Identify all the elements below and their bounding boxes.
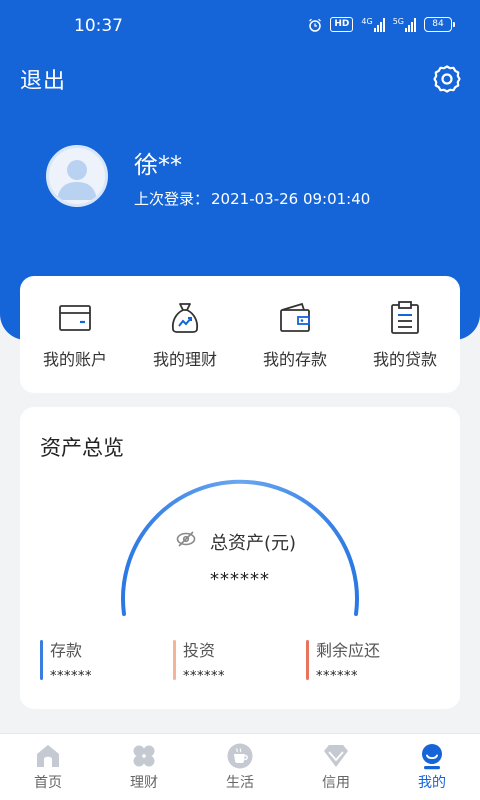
quick-action-my-wealth[interactable]: 我的理财 [130, 300, 240, 370]
stat-color-bar [173, 640, 176, 680]
avatar-person-icon [57, 160, 97, 200]
tab-mine[interactable]: 我的 [384, 742, 480, 792]
stat-label: 剩余应还 [316, 641, 381, 660]
quick-action-my-loans[interactable]: 我的贷款 [350, 300, 460, 370]
logout-button[interactable]: 退出 [20, 63, 66, 95]
stat-color-bar [40, 640, 43, 680]
quick-action-label: 我的存款 [262, 350, 327, 369]
wallet-icon [280, 302, 310, 332]
stat-label: 投资 [183, 641, 216, 660]
tab-label: 我的 [418, 775, 446, 791]
clipboard-icon [391, 301, 419, 334]
alarm-icon [309, 18, 322, 32]
eye-off-icon[interactable] [175, 528, 197, 550]
total-assets-label: 总资产(元) [210, 533, 297, 554]
money-bag-icon [171, 303, 199, 333]
stat-value: ****** [316, 669, 358, 684]
battery-icon: 84 [424, 17, 455, 32]
coffee-cup-icon [227, 743, 253, 769]
avatar[interactable] [46, 145, 108, 207]
gear-icon[interactable] [432, 64, 462, 94]
tab-wealth[interactable]: 理财 [96, 742, 192, 792]
stat-value: ****** [50, 669, 92, 684]
signal-5g-icon: 5G [392, 16, 416, 32]
stat-remaining-due[interactable]: 剩余应还 ****** [306, 637, 381, 684]
quick-action-my-account[interactable]: 我的账户 [20, 300, 130, 370]
quick-action-my-deposits[interactable]: 我的存款 [240, 300, 350, 370]
stat-label: 存款 [50, 641, 83, 660]
quick-actions-card: 我的账户 我的理财 我的存款 我的贷款 [20, 276, 460, 393]
hd-badge: HD [330, 17, 354, 32]
signal-5g-label: 5G [392, 16, 404, 26]
signal-4g-icon: 4G [361, 16, 385, 32]
total-assets-value: ****** [210, 569, 270, 590]
diamond-icon [324, 745, 348, 767]
username: 徐** [134, 151, 182, 179]
tab-label: 首页 [34, 775, 62, 791]
user-icon [422, 744, 442, 770]
stat-color-bar [306, 640, 309, 680]
home-icon [37, 745, 59, 767]
last-login: 上次登录： 2021-03-26 09:01:40 [134, 188, 372, 209]
stat-investments[interactable]: 投资 ****** [173, 637, 225, 684]
tab-credit[interactable]: 信用 [288, 742, 384, 792]
stat-deposits[interactable]: 存款 ****** [40, 637, 92, 684]
quick-action-label: 我的理财 [152, 350, 217, 369]
tab-life[interactable]: 生活 [192, 742, 288, 792]
tab-label: 生活 [226, 775, 254, 791]
card-icon [59, 305, 91, 331]
tab-label: 信用 [322, 775, 350, 791]
assets-overview-card: 资产总览 总资产(元) ****** 存款 ****** 投资 ****** 剩… [20, 407, 460, 709]
clover-icon [133, 745, 155, 767]
last-login-time: 2021-03-26 09:01:40 [211, 190, 371, 208]
signal-4g-label: 4G [361, 16, 373, 26]
stat-value: ****** [183, 669, 225, 684]
quick-action-label: 我的贷款 [372, 350, 437, 369]
bottom-tab-bar: 首页 理财 生活 信用 我的 [0, 733, 480, 800]
quick-action-label: 我的账户 [42, 350, 107, 369]
status-icons: HD 4G 5G 84 [308, 16, 455, 32]
last-login-label: 上次登录： [134, 190, 210, 208]
status-bar: 10:37 HD 4G 5G 84 [0, 0, 480, 52]
tab-home[interactable]: 首页 [0, 742, 96, 792]
tab-label: 理财 [130, 775, 158, 791]
status-time: 10:37 [74, 16, 123, 36]
